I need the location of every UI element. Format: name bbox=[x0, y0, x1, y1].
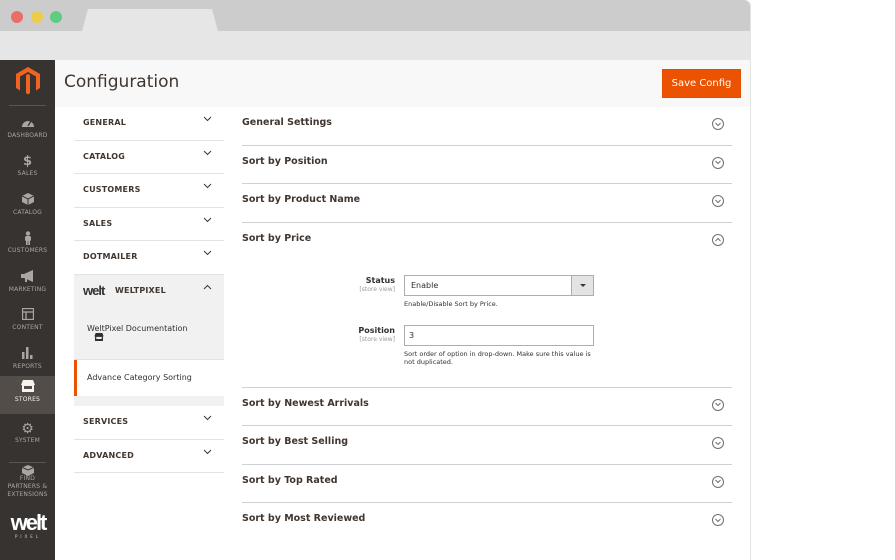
expand-circle-icon[interactable] bbox=[712, 118, 724, 130]
admin-nav: DASHBOARD $ SALES CATALOG CUSTOMERS MARK… bbox=[0, 60, 55, 560]
nav-item-stores[interactable]: STORES bbox=[0, 376, 55, 414]
chevron-down-icon bbox=[203, 414, 212, 424]
dropdown-arrow-icon[interactable] bbox=[571, 275, 593, 295]
maximize-window-button[interactable] bbox=[50, 11, 62, 23]
nav-item-catalog[interactable]: CATALOG bbox=[0, 189, 55, 227]
storefront-icon bbox=[0, 380, 55, 396]
status-field-label: Status [store view] bbox=[359, 275, 395, 293]
gear-icon: ⚙ bbox=[21, 421, 34, 437]
weltpixel-logo: welt PIXEL bbox=[10, 510, 48, 540]
chevron-down-icon bbox=[203, 182, 212, 192]
browser-toolbar bbox=[0, 31, 750, 60]
status-field-note: Enable/Disable Sort by Price. bbox=[404, 299, 498, 308]
tab-dotmailer[interactable]: DOTMAILER bbox=[74, 241, 224, 275]
box-icon bbox=[0, 193, 55, 209]
save-config-button[interactable]: Save Config bbox=[662, 69, 741, 98]
tab-link-advance-category-sorting[interactable]: Advance Category Sorting bbox=[74, 360, 224, 396]
section-sort-by-price: Sort by Price Status [store view] Enable… bbox=[242, 223, 732, 388]
status-select[interactable]: Enable bbox=[404, 274, 594, 296]
nav-item-dashboard[interactable]: DASHBOARD bbox=[0, 112, 55, 150]
dashboard-icon bbox=[0, 116, 55, 132]
nav-item-system[interactable]: ⚙ SYSTEM bbox=[0, 417, 55, 455]
chevron-up-icon bbox=[203, 283, 212, 293]
tab-sales[interactable]: SALES bbox=[74, 207, 224, 241]
magento-logo-icon[interactable] bbox=[15, 66, 41, 96]
position-field-note: Sort order of option in drop-down. Make … bbox=[404, 349, 591, 367]
storefront-icon bbox=[94, 333, 224, 343]
dollar-icon: $ bbox=[22, 154, 33, 169]
expand-circle-icon[interactable] bbox=[712, 156, 724, 169]
person-icon bbox=[0, 231, 55, 247]
bar-chart-icon bbox=[0, 347, 55, 363]
section-general-settings[interactable]: General Settings bbox=[242, 107, 732, 146]
expand-circle-icon[interactable] bbox=[712, 475, 724, 488]
chevron-down-icon bbox=[203, 216, 212, 226]
collapse-circle-icon[interactable] bbox=[712, 233, 724, 246]
expand-circle-icon[interactable] bbox=[712, 437, 724, 449]
expand-circle-icon[interactable] bbox=[712, 195, 724, 207]
weltpixel-tab-logo: welt bbox=[83, 282, 105, 298]
config-tabs: GENERAL CATALOG CUSTOMERS SALES DOTMAILE… bbox=[74, 107, 224, 473]
tab-general[interactable]: GENERAL bbox=[74, 107, 224, 141]
close-window-button[interactable] bbox=[11, 11, 23, 23]
section-sort-by-top-rated[interactable]: Sort by Top Rated bbox=[242, 465, 732, 503]
nav-item-content[interactable]: CONTENT bbox=[0, 304, 55, 342]
tab-weltpixel[interactable]: welt WELTPIXEL bbox=[74, 274, 224, 308]
tab-link-weltpixel-documentation[interactable]: WeltPixel Documentation bbox=[74, 308, 224, 360]
browser-tab[interactable] bbox=[82, 9, 218, 31]
config-sections: General Settings Sort by Position Sort b… bbox=[242, 107, 732, 542]
tab-advanced[interactable]: ADVANCED bbox=[74, 439, 224, 473]
section-title[interactable]: Sort by Price bbox=[242, 233, 311, 244]
tab-customers[interactable]: CUSTOMERS bbox=[74, 174, 224, 208]
nav-item-partners[interactable]: FIND PARTNERS & EXTENSIONS bbox=[0, 457, 55, 499]
section-sort-by-product-name[interactable]: Sort by Product Name bbox=[242, 184, 732, 223]
chevron-down-icon bbox=[203, 448, 212, 458]
browser-titlebar bbox=[0, 0, 750, 31]
chevron-down-icon bbox=[203, 149, 212, 159]
nav-item-sales[interactable]: $ SALES bbox=[0, 150, 55, 188]
tab-group-spacer bbox=[74, 396, 224, 406]
chevron-down-icon bbox=[203, 115, 212, 125]
partners-box-icon bbox=[0, 461, 55, 476]
nav-divider bbox=[9, 105, 46, 106]
section-sort-by-position[interactable]: Sort by Position bbox=[242, 146, 732, 184]
megaphone-icon bbox=[0, 270, 55, 286]
admin-app: DASHBOARD $ SALES CATALOG CUSTOMERS MARK… bbox=[0, 60, 750, 560]
section-sort-by-most-reviewed[interactable]: Sort by Most Reviewed bbox=[242, 503, 732, 542]
tab-services[interactable]: SERVICES bbox=[74, 406, 224, 440]
tab-catalog[interactable]: CATALOG bbox=[74, 140, 224, 174]
position-input[interactable]: 3 bbox=[404, 324, 594, 346]
expand-circle-icon[interactable] bbox=[712, 398, 724, 411]
layout-icon bbox=[0, 307, 55, 324]
browser-window: DASHBOARD $ SALES CATALOG CUSTOMERS MARK… bbox=[0, 0, 751, 560]
nav-item-customers[interactable]: CUSTOMERS bbox=[0, 227, 55, 265]
position-field-label: Position [store view] bbox=[358, 325, 395, 343]
config-content: GENERAL CATALOG CUSTOMERS SALES DOTMAILE… bbox=[55, 107, 750, 560]
expand-circle-icon[interactable] bbox=[712, 514, 724, 526]
section-sort-by-newest-arrivals[interactable]: Sort by Newest Arrivals bbox=[242, 388, 732, 426]
page-title: Configuration bbox=[64, 72, 180, 92]
section-sort-by-best-selling[interactable]: Sort by Best Selling bbox=[242, 426, 732, 465]
nav-item-marketing[interactable]: MARKETING bbox=[0, 266, 55, 304]
chevron-down-icon bbox=[203, 249, 212, 259]
minimize-window-button[interactable] bbox=[31, 11, 43, 23]
